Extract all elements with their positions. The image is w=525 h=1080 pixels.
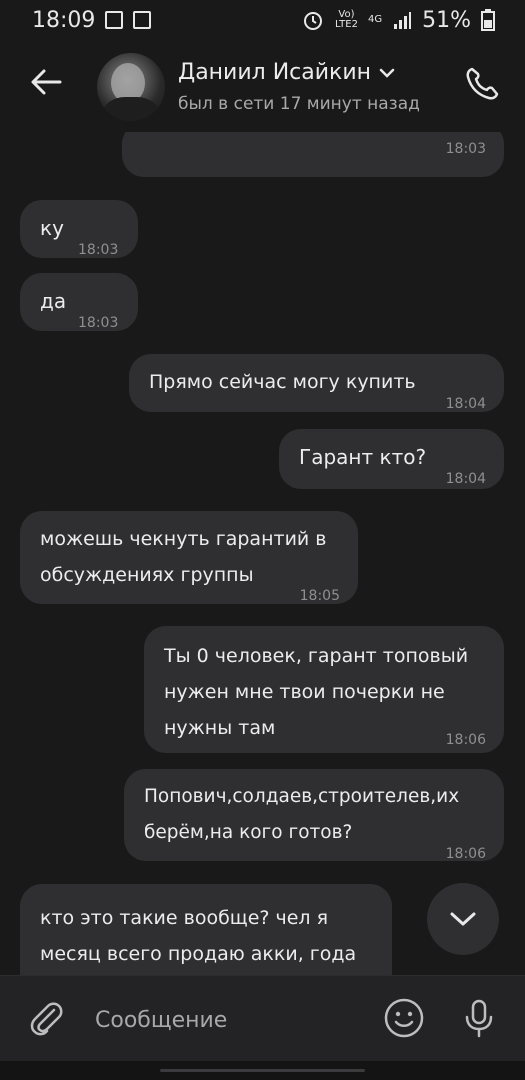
- message-time: 18:03: [78, 242, 119, 258]
- check-icon: [133, 11, 152, 29]
- microphone-icon[interactable]: [458, 997, 500, 1039]
- message-time: 18:03: [78, 315, 119, 331]
- network-label: Vo) LTE2: [335, 10, 358, 30]
- message-text: ку: [40, 216, 64, 240]
- message-text: можешь чекнуть гарантий в обсуждениях гр…: [40, 528, 327, 586]
- status-bar: 18:09 Vo) LTE2 4G 51%: [0, 0, 525, 40]
- message-text: Прямо сейчас могу купить: [149, 371, 416, 393]
- signal-icon: [394, 12, 412, 29]
- chat-messages[interactable]: 18:03 ку 18:03 да 18:03 Прямо сейчас мог…: [0, 132, 525, 975]
- message-bubble-outgoing[interactable]: 18:03: [122, 132, 504, 177]
- phone-icon[interactable]: [462, 64, 502, 104]
- message-composer: [0, 975, 525, 1062]
- message-text: Попович,солдаев,строителев,их берём,на к…: [144, 786, 460, 843]
- status-bar-left: 18:09: [32, 7, 152, 33]
- status-bar-right: Vo) LTE2 4G 51%: [301, 8, 495, 33]
- avatar[interactable]: [97, 53, 165, 121]
- smile-icon[interactable]: [383, 997, 425, 1039]
- message-time: 18:06: [445, 732, 486, 748]
- message-bubble-incoming[interactable]: можешь чекнуть гарантий в обсуждениях гр…: [20, 511, 358, 604]
- message-bubble-incoming[interactable]: да 18:03: [20, 273, 138, 331]
- message-bubble-incoming[interactable]: ку 18:03: [20, 200, 138, 258]
- message-text: Ты 0 человек, гарант топовый нужен мне т…: [164, 645, 469, 739]
- message-time: 18:05: [299, 588, 340, 604]
- message-text: Гарант кто?: [299, 445, 427, 469]
- back-arrow-icon[interactable]: [26, 62, 66, 102]
- message-time: 18:04: [445, 471, 486, 487]
- chat-header: Даниил Исайкин был в сети 17 минут назад: [0, 40, 525, 132]
- chevron-down-icon: [450, 912, 476, 926]
- contact-name: Даниил Исайкин: [178, 60, 372, 85]
- battery-icon: [481, 9, 495, 31]
- contact-name-row[interactable]: Даниил Исайкин: [178, 60, 395, 85]
- message-time: 18:06: [445, 846, 486, 862]
- paperclip-icon[interactable]: [26, 998, 66, 1038]
- network-bottom: LTE2: [334, 19, 358, 30]
- gallery-icon: [105, 11, 124, 29]
- alarm-icon: [303, 12, 322, 30]
- message-bubble-incoming[interactable]: кто это такие вообще? чел я месяц всего …: [20, 884, 392, 975]
- scroll-down-button[interactable]: [427, 883, 499, 955]
- avatar-body: [103, 97, 159, 121]
- status-time: 18:09: [32, 7, 96, 33]
- navigation-bar: [0, 1061, 525, 1080]
- message-text: кто это такие вообще? чел я месяц всего …: [40, 907, 357, 965]
- message-bubble-outgoing[interactable]: Ты 0 человек, гарант топовый нужен мне т…: [144, 626, 504, 753]
- contact-status: был в сети 17 минут назад: [178, 94, 420, 114]
- message-text: да: [40, 289, 67, 313]
- message-input[interactable]: [93, 999, 357, 1041]
- message-bubble-outgoing[interactable]: Гарант кто? 18:04: [279, 429, 504, 489]
- battery-percent: 51%: [422, 7, 471, 33]
- message-bubble-outgoing[interactable]: Прямо сейчас могу купить 18:04: [129, 354, 504, 412]
- message-bubble-outgoing[interactable]: Попович,солдаев,строителев,их берём,на к…: [124, 769, 504, 862]
- message-time: 18:03: [445, 141, 486, 157]
- net4g-label: 4G: [367, 14, 383, 25]
- message-time: 18:04: [445, 396, 486, 412]
- chevron-down-icon: [379, 68, 395, 78]
- home-indicator[interactable]: [160, 1069, 365, 1072]
